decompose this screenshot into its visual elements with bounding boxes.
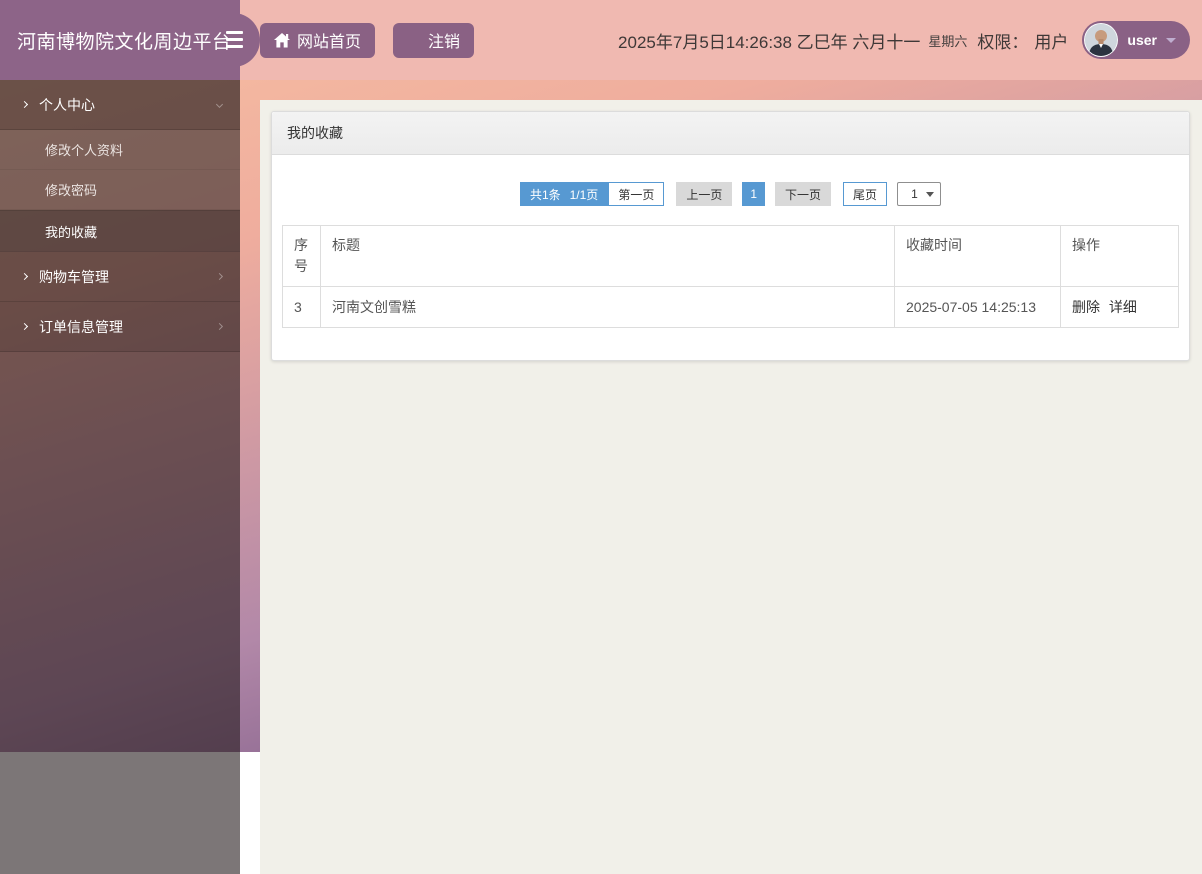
last-page-button[interactable]: 尾页 xyxy=(843,182,888,206)
datetime-text: 2025年7月5日14:26:38 乙巳年 六月十一 xyxy=(618,32,921,52)
username-label: user xyxy=(1127,32,1157,48)
chevron-down-icon xyxy=(215,100,224,109)
header-time: 收藏时间 xyxy=(894,225,1061,287)
submenu-label: 修改密码 xyxy=(45,183,98,198)
sidebar-item-label: 个人中心 xyxy=(39,96,95,113)
site-home-label: 网站首页 xyxy=(297,34,362,51)
sidebar-item-my-favorites[interactable]: 我的收藏 xyxy=(0,210,240,252)
chevron-right-icon xyxy=(20,100,29,109)
sidebar: 个人中心 修改个人资料 修改密码 我的收藏 购物车管理 订单信息管理 xyxy=(0,80,240,874)
page-select-wrap: 1 xyxy=(897,182,942,206)
sidebar-item-order-management[interactable]: 订单信息管理 xyxy=(0,302,240,352)
favorites-panel: 我的收藏 共1条 1/1页 第一页 上一页 1 下一页 尾页 1 序号 标题 收… xyxy=(271,111,1190,361)
table-row: 3 河南文创雪糕 2025-07-05 14:25:13 删除 详细 xyxy=(282,286,1179,328)
personal-submenu: 修改个人资料 修改密码 我的收藏 xyxy=(0,130,240,252)
weekday-text: 星期六 xyxy=(928,33,968,49)
submenu-label: 我的收藏 xyxy=(45,224,98,240)
delete-link[interactable]: 删除 xyxy=(1072,299,1100,315)
detail-link[interactable]: 详细 xyxy=(1109,299,1137,315)
sidebar-item-personal-center[interactable]: 个人中心 xyxy=(0,80,240,130)
favorites-table: 序号 标题 收藏时间 操作 3 河南文创雪糕 2025-07-05 14:25:… xyxy=(282,225,1179,328)
topbar: 河南博物院文化周边平台 网站首页 注销 2025年7月5日14:26:38 乙巳… xyxy=(0,0,1202,80)
main-content: 我的收藏 共1条 1/1页 第一页 上一页 1 下一页 尾页 1 序号 标题 收… xyxy=(260,100,1202,874)
sidebar-item-change-password[interactable]: 修改密码 xyxy=(0,170,240,210)
app-title: 河南博物院文化周边平台 xyxy=(17,31,232,53)
home-icon xyxy=(274,32,290,48)
current-page-button[interactable]: 1 xyxy=(742,182,766,206)
logout-label: 注销 xyxy=(428,34,461,51)
permission-value: 用户 xyxy=(1034,32,1069,52)
header-title: 标题 xyxy=(320,225,895,287)
sidebar-item-label: 购物车管理 xyxy=(39,268,109,285)
sidebar-item-cart-management[interactable]: 购物车管理 xyxy=(0,252,240,302)
pagination: 共1条 1/1页 第一页 上一页 1 下一页 尾页 1 xyxy=(282,182,1179,206)
sidebar-item-label: 订单信息管理 xyxy=(39,318,123,335)
submenu-label: 修改个人资料 xyxy=(45,143,124,158)
page-select[interactable]: 1 xyxy=(897,182,942,206)
user-menu[interactable]: user xyxy=(1082,21,1190,59)
brand-area: 河南博物院文化周边平台 xyxy=(0,0,260,80)
sidebar-section-personal: 个人中心 修改个人资料 修改密码 我的收藏 xyxy=(0,80,240,252)
panel-title: 我的收藏 xyxy=(272,112,1189,155)
chevron-right-icon xyxy=(215,272,224,281)
permission-label: 权限： xyxy=(977,32,1029,52)
menu-lines-icon xyxy=(407,38,421,43)
chevron-right-icon xyxy=(20,272,29,281)
hamburger-icon[interactable] xyxy=(226,31,243,48)
header-actions: 操作 xyxy=(1060,225,1179,287)
sidebar-item-edit-profile[interactable]: 修改个人资料 xyxy=(0,130,240,170)
pagination-summary: 共1条 1/1页 xyxy=(519,182,609,206)
prev-page-button[interactable]: 上一页 xyxy=(676,182,733,206)
total-count: 共1条 xyxy=(529,187,561,202)
caret-down-icon xyxy=(1166,37,1176,43)
cell-index: 3 xyxy=(282,286,321,328)
topbar-info: 2025年7月5日14:26:38 乙巳年 六月十一 星期六 权限： 用户 xyxy=(618,28,1082,53)
cell-title: 河南文创雪糕 xyxy=(320,286,895,328)
avatar xyxy=(1084,23,1119,57)
panel-body: 共1条 1/1页 第一页 上一页 1 下一页 尾页 1 序号 标题 收藏时间 操… xyxy=(272,155,1189,360)
table-header-row: 序号 标题 收藏时间 操作 xyxy=(282,225,1179,287)
logout-button[interactable]: 注销 xyxy=(393,22,475,58)
header-index: 序号 xyxy=(282,225,321,287)
next-page-button[interactable]: 下一页 xyxy=(775,182,832,206)
site-home-button[interactable]: 网站首页 xyxy=(260,22,376,58)
chevron-right-icon xyxy=(215,322,224,331)
first-page-button[interactable]: 第一页 xyxy=(608,182,665,206)
cell-actions: 删除 详细 xyxy=(1060,286,1179,328)
chevron-right-icon xyxy=(20,322,29,331)
page-count: 1/1页 xyxy=(569,187,599,202)
cell-time: 2025-07-05 14:25:13 xyxy=(894,286,1061,328)
